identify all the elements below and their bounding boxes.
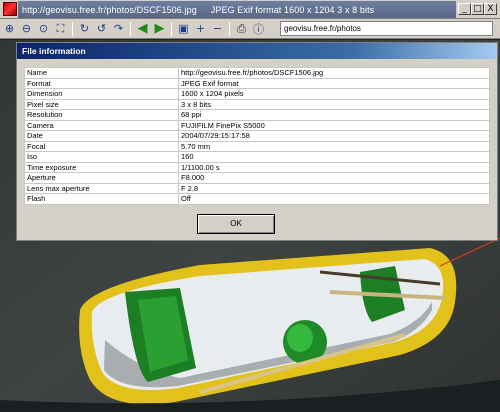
next-arrow-icon[interactable]: ▶ <box>152 21 167 36</box>
row-key: Time exposure <box>24 161 179 173</box>
row-value: Off <box>178 193 490 205</box>
toolbar-separator <box>72 21 73 36</box>
row-value: 1/1100.00 s <box>178 161 490 173</box>
window-title-url: http://geovisu.free.fr/photos/DSCF1506.j… <box>22 4 197 15</box>
row-key: Date <box>24 130 179 142</box>
row-key: Pixel size <box>24 98 179 110</box>
row-key: Name <box>24 67 179 79</box>
table-row: Date 2004/07/29:15:17:58 <box>24 130 490 142</box>
table-row: Format JPEG Exif format <box>24 77 490 89</box>
url-input[interactable]: geovisu.free.fr/photos <box>280 21 493 36</box>
table-row: Time exposure 1/1100.00 s <box>24 161 490 173</box>
row-value: JPEG Exif format <box>178 77 490 89</box>
toolbar-separator <box>130 21 131 36</box>
row-key: Focal <box>24 140 179 152</box>
fullscreen-icon[interactable]: ▣ <box>176 21 191 36</box>
dialog-title: File information <box>17 43 497 59</box>
row-value: 5.70 mm <box>178 140 490 152</box>
row-key: Aperture <box>24 172 179 184</box>
table-row: Flash Off <box>24 193 490 205</box>
zoom-reset-icon[interactable]: ⊙ <box>36 21 51 36</box>
table-row: Pixel size 3 x 8 bits <box>24 98 490 110</box>
rotate-left-icon[interactable]: ↺ <box>94 21 109 36</box>
file-information-dialog: File information Name http://geovisu.free… <box>16 42 498 241</box>
row-value: 68 ppi <box>178 109 490 121</box>
row-key: Camera <box>24 119 179 131</box>
row-value: 160 <box>178 151 490 163</box>
row-key: Resolution <box>24 109 179 121</box>
toolbar-separator <box>171 21 172 36</box>
row-key: Format <box>24 77 179 89</box>
table-row: Focal 5.70 mm <box>24 140 490 152</box>
rotate-icon[interactable]: ↻ <box>77 21 92 36</box>
row-value: F 2.8 <box>178 182 490 194</box>
row-key: Lens max aperture <box>24 182 179 194</box>
row-value: http://geovisu.free.fr/photos/DSCF1506.j… <box>178 67 490 79</box>
row-key: Iso <box>24 151 179 163</box>
table-row: Resolution 68 ppi <box>24 109 490 121</box>
print-icon[interactable]: ⎙ <box>234 21 249 36</box>
ok-button[interactable]: OK <box>197 214 275 234</box>
row-value: F8.000 <box>178 172 490 184</box>
maximize-button[interactable]: □ <box>471 3 484 15</box>
table-row: Dimension 1600 x 1204 pixels <box>24 88 490 100</box>
zoom-in-icon[interactable]: ⊕ <box>2 21 17 36</box>
row-value: 1600 x 1204 pixels <box>178 88 490 100</box>
row-key: Dimension <box>24 88 179 100</box>
close-button[interactable]: X <box>484 3 497 15</box>
window-controls: _ □ X <box>458 3 497 15</box>
toolbar: ⊕ ⊖ ⊙ ⛶ ↻ ↺ ↷ ◀ ▶ ▣ + − ⎙ ⓘ geovisu.free… <box>0 19 500 39</box>
table-row: Aperture F8.000 <box>24 172 490 184</box>
rotate-right-icon[interactable]: ↷ <box>111 21 126 36</box>
table-row: Camera FUJIFILM FinePix S5000 <box>24 119 490 131</box>
table-row: Lens max aperture F 2.8 <box>24 182 490 194</box>
zoom-fit-icon[interactable]: ⛶ <box>53 21 68 36</box>
row-value: 2004/07/29:15:17:58 <box>178 130 490 142</box>
title-bar: http://geovisu.free.fr/photos/DSCF1506.j… <box>0 0 500 19</box>
row-key: Flash <box>24 193 179 205</box>
table-row: Iso 160 <box>24 151 490 163</box>
info-table: Name http://geovisu.free.fr/photos/DSCF15… <box>24 67 490 205</box>
row-value: 3 x 8 bits <box>178 98 490 110</box>
zoom-out-icon[interactable]: ⊖ <box>19 21 34 36</box>
info-icon[interactable]: ⓘ <box>251 21 266 36</box>
previous-arrow-icon[interactable]: ◀ <box>135 21 150 36</box>
title-strip: http://geovisu.free.fr/photos/DSCF1506.j… <box>18 1 456 18</box>
add-icon[interactable]: + <box>193 21 208 36</box>
app-icon[interactable] <box>3 2 17 16</box>
window-title-format: JPEG Exif format 1600 x 1204 3 x 8 bits <box>210 4 375 15</box>
minimize-button[interactable]: _ <box>458 3 471 15</box>
toolbar-separator <box>229 21 230 36</box>
table-row: Name http://geovisu.free.fr/photos/DSCF15… <box>24 67 490 79</box>
remove-icon[interactable]: − <box>210 21 225 36</box>
row-value: FUJIFILM FinePix S5000 <box>178 119 490 131</box>
